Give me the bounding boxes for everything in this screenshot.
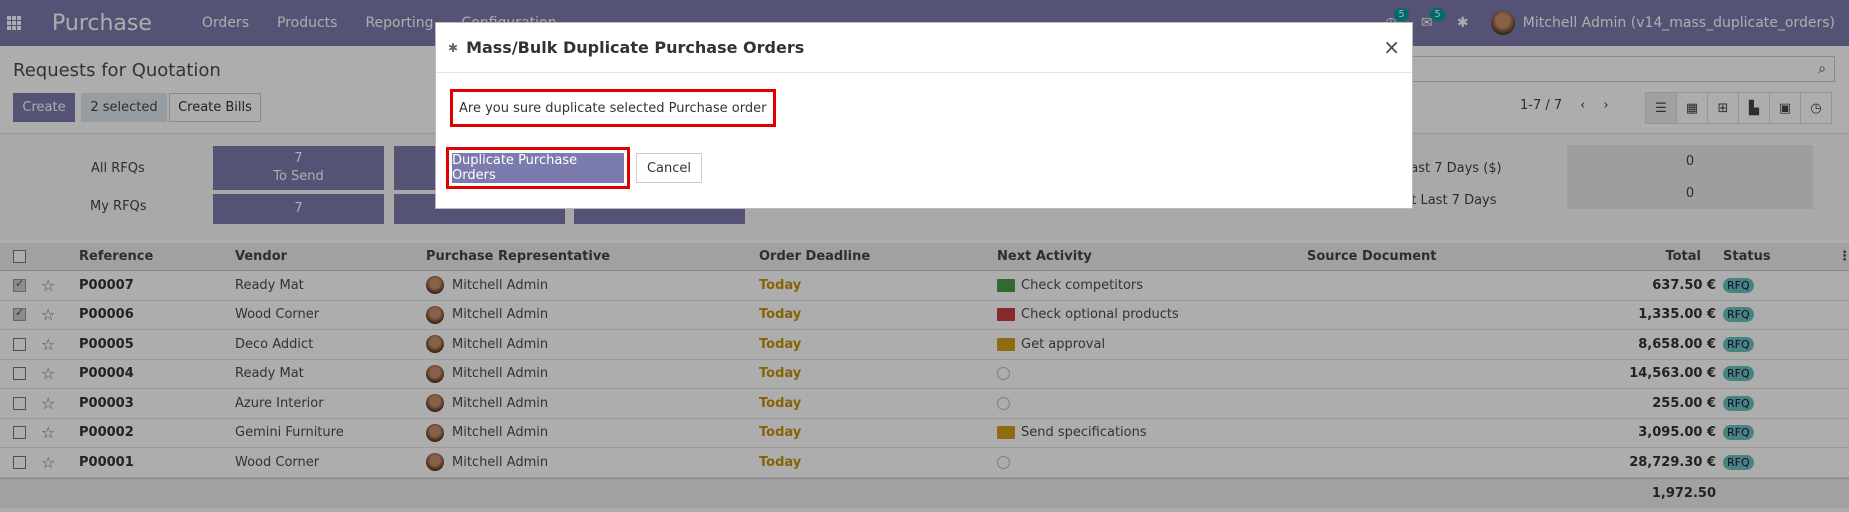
- confirm-message: Are you sure duplicate selected Purchase…: [450, 89, 776, 127]
- dialog-footer: Duplicate Purchase Orders Cancel: [446, 147, 702, 189]
- dialog-title: Mass/Bulk Duplicate Purchase Orders: [466, 38, 805, 57]
- dialog-header: ✱ Mass/Bulk Duplicate Purchase Orders ×: [436, 23, 1412, 73]
- duplicate-orders-button[interactable]: Duplicate Purchase Orders: [452, 153, 624, 183]
- duplicate-dialog: ✱ Mass/Bulk Duplicate Purchase Orders × …: [435, 22, 1413, 209]
- close-icon[interactable]: ×: [1383, 35, 1400, 59]
- primary-highlight: Duplicate Purchase Orders: [446, 147, 630, 189]
- cancel-button[interactable]: Cancel: [636, 153, 702, 183]
- debug-bug-icon: ✱: [448, 40, 459, 55]
- dialog-body: Are you sure duplicate selected Purchase…: [450, 89, 776, 127]
